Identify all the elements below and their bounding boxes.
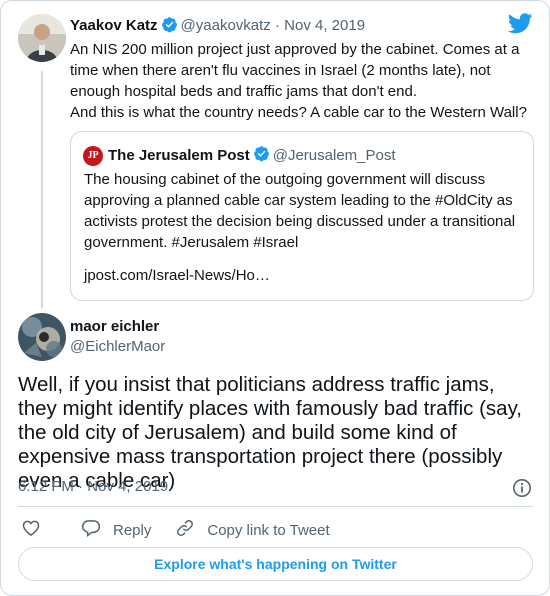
quoted-tweet[interactable]: JP The Jerusalem Post @Jerusalem_Post The… [70, 131, 534, 301]
explore-twitter-button[interactable]: Explore what's happening on Twitter [18, 547, 533, 581]
divider [18, 506, 533, 507]
heart-icon [21, 518, 53, 542]
reply-icon [81, 518, 113, 542]
quoted-author-name: The Jerusalem Post [108, 147, 250, 164]
quoted-tweet-header: JP The Jerusalem Post @Jerusalem_Post [83, 145, 396, 166]
tweet2-text: Well, if you insist that politicians add… [18, 373, 522, 492]
avatar-maor-eichler[interactable] [18, 313, 66, 361]
tweet1-text-paragraph-2: And this is what the country needs? A ca… [70, 104, 527, 121]
tweet2-date: Nov 4, 2019 [87, 478, 169, 495]
quoted-author-handle: @Jerusalem_Post [272, 147, 396, 164]
tweet1-header: Yaakov Katz @yaakovkatz · Nov 4, 2019 [70, 16, 365, 37]
tweet2-time: 6:12 PM [18, 478, 74, 495]
reply-label: Reply [113, 521, 152, 539]
info-icon[interactable] [512, 478, 532, 503]
quoted-tweet-text: The housing cabinet of the outgoing gove… [84, 171, 516, 251]
avatar-yaakov-katz[interactable] [18, 14, 66, 62]
twitter-bird-icon[interactable] [507, 13, 533, 39]
reply-button[interactable]: Reply [81, 518, 151, 542]
jerusalem-post-logo: JP [83, 145, 103, 166]
tweet2-timestamp[interactable]: 6:12 PM · Nov 4, 2019 [18, 478, 168, 495]
copy-link-button[interactable]: Copy link to Tweet [175, 518, 330, 542]
tweet1-author-name[interactable]: Yaakov Katz [70, 17, 158, 34]
like-button[interactable] [21, 518, 53, 542]
link-icon [175, 518, 207, 542]
thread-connector-line [41, 71, 43, 308]
copy-link-label: Copy link to Tweet [207, 521, 330, 539]
tweet1-handle[interactable]: @yaakovkatz [181, 17, 271, 34]
tweet1-separator: · [274, 17, 280, 34]
tweet-embed-card: Yaakov Katz @yaakovkatz · Nov 4, 2019 An … [0, 0, 550, 596]
tweet-actions: Reply Copy link to Tweet [21, 518, 330, 542]
verified-badge-icon [253, 145, 270, 166]
tweet2-author-name[interactable]: maor eichler [70, 318, 159, 335]
quoted-tweet-link[interactable]: jpost.com/Israel-News/Ho… [84, 267, 270, 284]
tweet2-separator: · [78, 478, 84, 495]
tweet1-text-paragraph-1: An NIS 200 million project just approved… [70, 41, 520, 100]
tweet1-text: An NIS 200 million project just approved… [70, 39, 535, 123]
tweet1-date[interactable]: Nov 4, 2019 [284, 17, 365, 34]
tweet2-handle[interactable]: @EichlerMaor [70, 338, 165, 355]
verified-badge-icon [161, 16, 178, 37]
